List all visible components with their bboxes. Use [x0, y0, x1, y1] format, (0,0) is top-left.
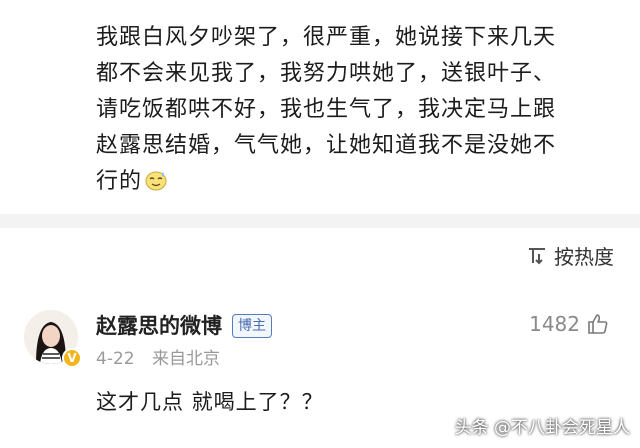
- post-line-last: 行的: [96, 164, 624, 200]
- like-count: 1482: [529, 312, 580, 336]
- post-line-text: 行的: [96, 169, 143, 194]
- sort-label: 按热度: [554, 244, 614, 269]
- author-role-badge: 博主: [232, 314, 272, 338]
- post-card: 我跟白风夕吵架了，很严重，她说接下来几天 都不会来见我了，我努力哄她了，送银叶子…: [0, 0, 640, 214]
- post-text: 我跟白风夕吵架了，很严重，她说接下来几天 都不会来见我了，我努力哄她了，送银叶子…: [96, 20, 624, 200]
- post-line: 都不会来见我了，我努力哄她了，送银叶子、: [96, 61, 557, 86]
- like-button[interactable]: 1482: [529, 312, 610, 336]
- sort-icon: [529, 248, 545, 265]
- thumbs-up-icon: [588, 314, 608, 334]
- section-divider: [0, 214, 640, 228]
- comment-text: 这才几点 就喝上了？？: [96, 390, 324, 414]
- verified-badge-icon: V: [62, 348, 82, 368]
- post-line: 我跟白风夕吵架了，很严重，她说接下来几天: [96, 25, 557, 50]
- post-line: 赵露思结婚，气气她，让她知道我不是没她不: [96, 133, 557, 158]
- comment-date: 4-22: [96, 349, 135, 369]
- comment-author[interactable]: 赵露思的微博: [96, 310, 222, 340]
- sort-toggle[interactable]: 按热度: [526, 240, 614, 270]
- sweat-smile-emoji-icon: [145, 171, 167, 191]
- comment-meta: 4-22 来自北京: [96, 344, 220, 369]
- post-line: 请吃饭都哄不好，我也生气了，我决定马上跟: [96, 97, 557, 122]
- watermark: 头条 @不八卦会死星人: [454, 418, 630, 438]
- comment-location: 来自北京: [152, 349, 220, 369]
- avatar-container[interactable]: V: [24, 310, 82, 368]
